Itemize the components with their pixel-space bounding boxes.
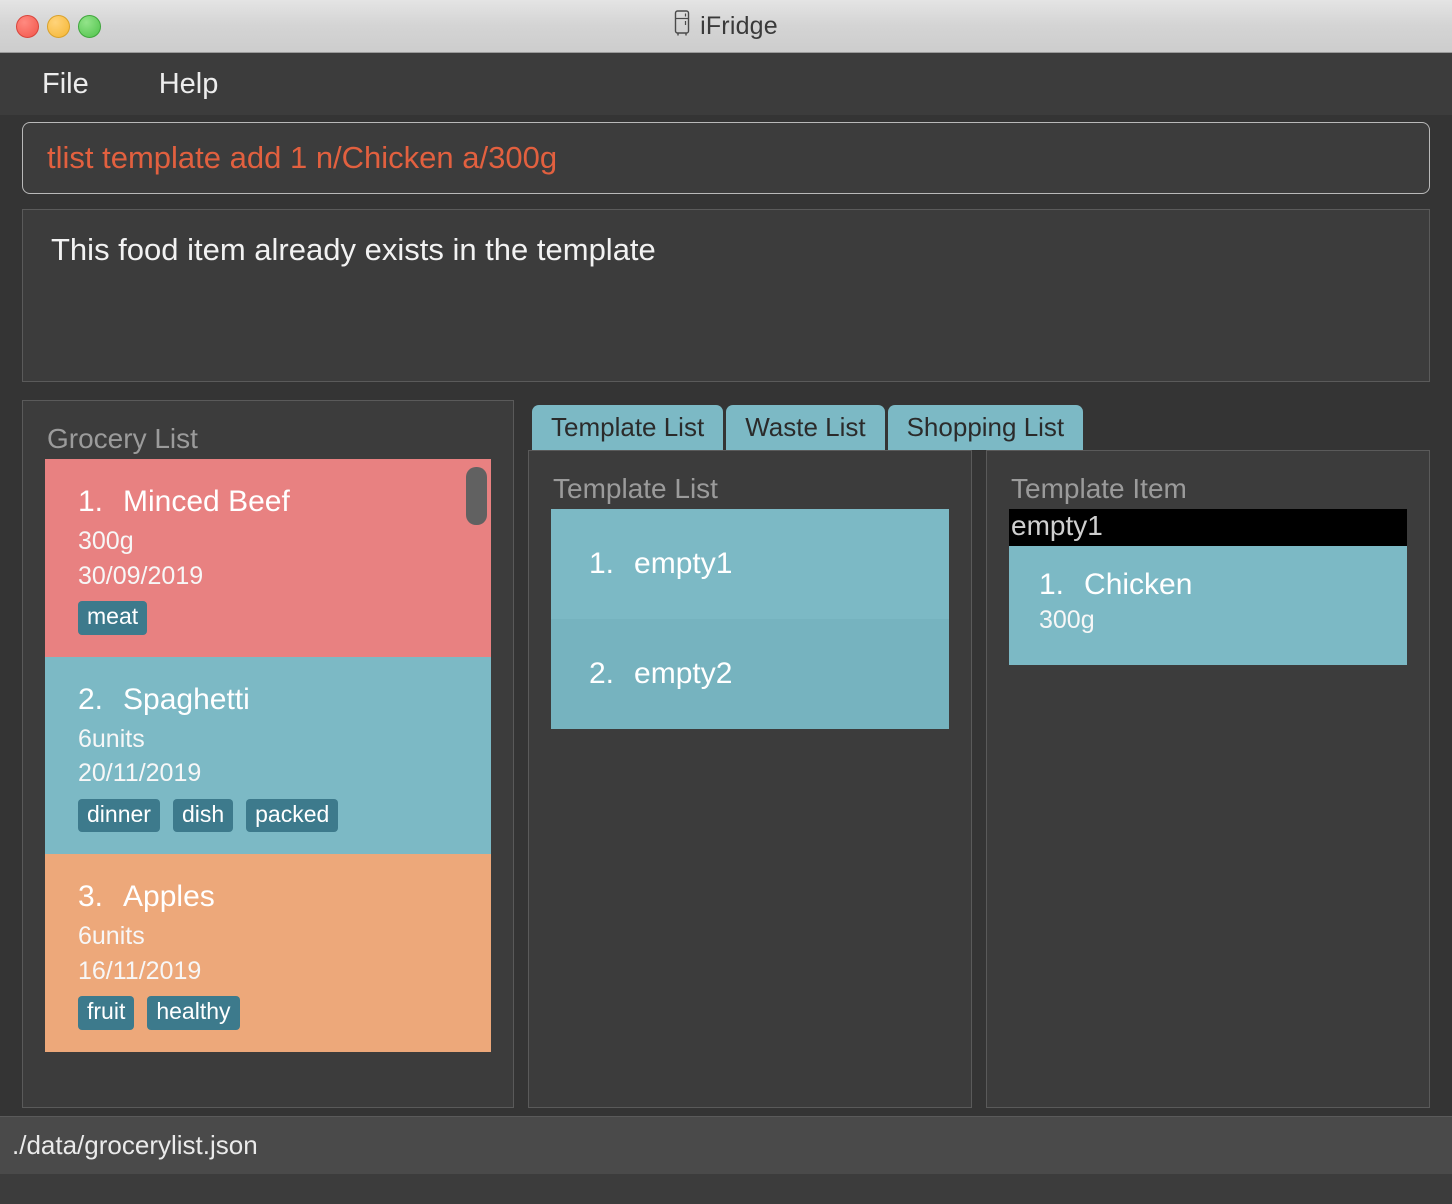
command-input-value: tlist template add 1 n/Chicken a/300g xyxy=(47,140,558,175)
template-item-index: 1. xyxy=(1039,567,1065,601)
list-item[interactable]: 1. Minced Beef 300g 30/09/2019 meat xyxy=(45,459,491,657)
maximize-window-button[interactable] xyxy=(78,14,101,38)
grocery-list-scrollbar[interactable] xyxy=(466,467,487,525)
template-index: 1. xyxy=(589,547,615,580)
grocery-item-amount: 6units xyxy=(78,724,145,753)
close-window-button[interactable] xyxy=(16,14,39,38)
tab-shopping-list[interactable]: Shopping List xyxy=(887,405,1084,450)
template-name: empty1 xyxy=(634,547,733,580)
grocery-item-heading: 1. Minced Beef xyxy=(78,485,491,519)
window-title-group: iFridge xyxy=(0,10,1452,42)
grocery-item-tags: dinner dish packed xyxy=(78,798,491,833)
grocery-item-index: 2. xyxy=(78,682,104,716)
grocery-item-amount: 300g xyxy=(78,527,134,555)
command-input[interactable]: tlist template add 1 n/Chicken a/300g xyxy=(22,122,1430,194)
grocery-item-tags: fruit healthy xyxy=(78,996,491,1030)
grocery-item-name: Spaghetti xyxy=(123,682,250,716)
tag-badge: meat xyxy=(78,601,148,635)
grocery-item-index: 1. xyxy=(78,485,104,518)
grocery-list-title: Grocery List xyxy=(47,423,198,454)
template-list-panel: Template List 1. empty1 2. empty2 xyxy=(528,450,972,1108)
status-bar-path: ./data/grocerylist.json xyxy=(12,1130,258,1160)
tab-content: Template List 1. empty1 2. empty2 Templa… xyxy=(528,450,1430,1108)
template-list-title: Template List xyxy=(553,473,718,504)
template-item-name: Chicken xyxy=(1084,567,1193,601)
minimize-window-button[interactable] xyxy=(47,14,70,38)
grocery-item-heading: 3. Apples xyxy=(78,880,491,914)
list-item[interactable]: 1. Chicken 300g xyxy=(1009,545,1407,665)
main-content: Grocery List 1. Minced Beef 300g 30/09/2… xyxy=(0,392,1452,1116)
template-item-amount: 300g xyxy=(1039,605,1095,634)
template-name: empty2 xyxy=(634,657,733,690)
result-display: This food item already exists in the tem… xyxy=(22,209,1430,382)
tag-badge: dish xyxy=(172,798,234,833)
template-item-panel: Template Item empty1 1. Chicken 300g xyxy=(986,450,1430,1108)
template-item-area[interactable]: empty1 1. Chicken 300g xyxy=(1009,509,1407,1099)
fridge-icon xyxy=(674,10,691,42)
menu-bar: File Help xyxy=(0,53,1452,115)
grocery-item-heading: 2. Spaghetti xyxy=(78,683,491,717)
grocery-item-index: 3. xyxy=(78,880,104,914)
selected-template-label: empty1 xyxy=(1009,509,1407,546)
grocery-list-panel: Grocery List 1. Minced Beef 300g 30/09/2… xyxy=(22,400,514,1108)
grocery-item-amount: 6units xyxy=(78,922,145,951)
status-bar: ./data/grocerylist.json xyxy=(0,1116,1452,1174)
result-message: This food item already exists in the tem… xyxy=(51,232,656,267)
template-item-heading: 1. Chicken xyxy=(1039,568,1407,602)
app-window: iFridge File Help tlist template add 1 n… xyxy=(0,0,1452,1204)
template-list-area[interactable]: 1. empty1 2. empty2 xyxy=(551,509,949,1099)
tab-bar: Template List Waste List Shopping List xyxy=(532,400,1430,450)
template-heading: 1. empty1 xyxy=(589,547,949,581)
tab-template-list[interactable]: Template List xyxy=(532,405,724,450)
grocery-item-tags: meat xyxy=(78,601,491,635)
template-index: 2. xyxy=(589,657,615,690)
template-heading: 2. empty2 xyxy=(589,657,949,691)
menu-item-help[interactable]: Help xyxy=(159,68,219,101)
title-bar: iFridge xyxy=(0,0,1452,53)
grocery-item-name: Minced Beef xyxy=(123,485,290,518)
window-title: iFridge xyxy=(700,11,778,40)
list-item[interactable]: 2. empty2 xyxy=(551,619,949,729)
grocery-item-date: 20/11/2019 xyxy=(78,759,202,788)
list-item[interactable]: 1. empty1 xyxy=(551,509,949,619)
tag-badge: fruit xyxy=(78,996,135,1030)
grocery-item-date: 30/09/2019 xyxy=(78,561,204,590)
tab-waste-list[interactable]: Waste List xyxy=(726,405,885,450)
tag-badge: dinner xyxy=(78,798,160,833)
template-item-title: Template Item xyxy=(1011,473,1187,504)
list-item[interactable]: 2. Spaghetti 6units 20/11/2019 dinner di… xyxy=(45,656,491,855)
grocery-item-name: Apples xyxy=(123,880,215,914)
tabbed-region: Template List Waste List Shopping List T… xyxy=(528,400,1430,1108)
grocery-item-date: 16/11/2019 xyxy=(78,956,202,985)
tag-badge: packed xyxy=(246,798,339,833)
result-region: This food item already exists in the tem… xyxy=(0,203,1452,392)
window-controls xyxy=(16,14,101,38)
grocery-list-area[interactable]: 1. Minced Beef 300g 30/09/2019 meat 2. S… xyxy=(45,459,491,1099)
tag-badge: healthy xyxy=(147,996,240,1030)
menu-item-file[interactable]: File xyxy=(42,68,89,101)
list-item[interactable]: 3. Apples 6units 16/11/2019 fruit health… xyxy=(45,854,491,1052)
command-region: tlist template add 1 n/Chicken a/300g xyxy=(0,115,1452,203)
